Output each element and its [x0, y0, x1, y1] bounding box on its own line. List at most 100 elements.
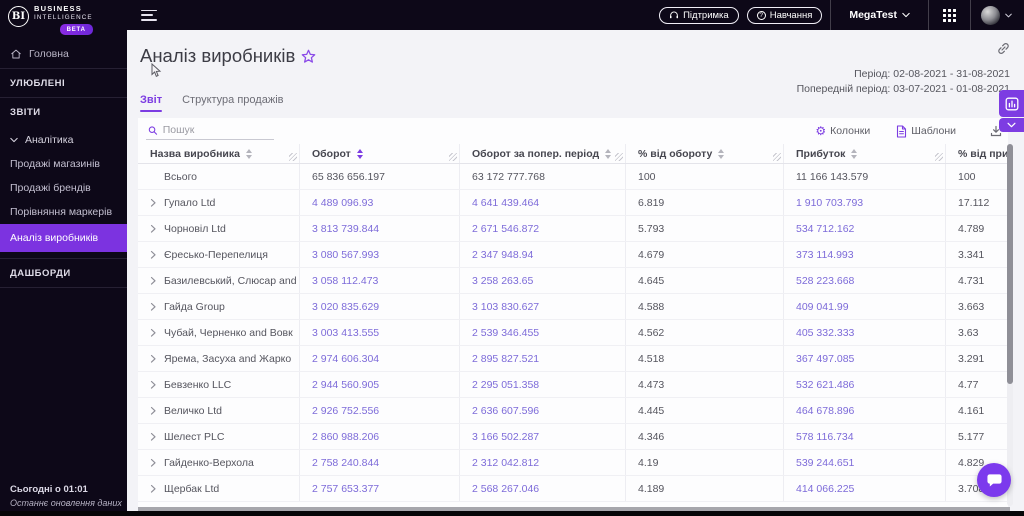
cell-turnover[interactable]: 2 926 752.556 — [312, 405, 379, 417]
cell-turnover-prev[interactable]: 3 258 263.65 — [472, 275, 533, 287]
expand-row-icon[interactable] — [150, 250, 157, 260]
cell-turnover[interactable]: 2 944 560.905 — [312, 379, 379, 391]
manufacturer-cell[interactable]: Всього — [138, 164, 300, 189]
expand-row-icon[interactable] — [150, 224, 157, 234]
cell-turnover[interactable]: 3 080 567.993 — [312, 249, 379, 261]
cell-turnover-prev[interactable]: 2 671 546.872 — [472, 223, 539, 235]
manufacturer-cell[interactable]: Гайденко-Верхола — [138, 450, 300, 475]
vertical-scrollbar[interactable] — [1007, 144, 1013, 506]
expand-row-icon[interactable] — [150, 432, 157, 442]
column-header-pct-profit[interactable]: % від прибутку — [946, 144, 1008, 163]
cell-turnover-prev[interactable]: 2 312 042.812 — [472, 457, 539, 469]
manufacturer-cell[interactable]: Єресько-Перепелиця — [138, 242, 300, 267]
favorite-star-icon[interactable] — [301, 49, 316, 64]
cell-profit[interactable]: 578 116.734 — [796, 431, 854, 443]
sidebar-item-manufacturer-analysis[interactable]: Аналіз виробників — [0, 224, 127, 252]
cell-profit[interactable]: 409 041.99 — [796, 301, 849, 313]
manufacturer-cell[interactable]: Гупало Ltd — [138, 190, 300, 215]
columns-button[interactable]: ⚙ Колонки — [815, 125, 870, 137]
table-row[interactable]: Гайда Group 3 020 835.629 3 103 830.627 … — [138, 294, 1008, 320]
cell-profit[interactable]: 532 621.486 — [796, 379, 854, 391]
table-row[interactable]: Бевзенко LLC 2 944 560.905 2 295 051.358… — [138, 372, 1008, 398]
expand-row-icon[interactable] — [150, 380, 157, 390]
sort-icon[interactable] — [605, 148, 612, 159]
manufacturer-cell[interactable]: Щербак Ltd — [138, 476, 300, 501]
cell-turnover[interactable]: 4 489 096.93 — [312, 197, 373, 209]
expand-row-icon[interactable] — [150, 302, 157, 312]
sidebar-section-favorites[interactable]: УЛЮБЛЕНІ — [0, 69, 127, 97]
training-button[interactable]: ? Навчання — [746, 6, 823, 24]
menu-toggle-button[interactable] — [141, 9, 157, 21]
expand-row-icon[interactable] — [150, 198, 157, 208]
column-header-profit[interactable]: Прибуток — [784, 144, 946, 163]
table-row[interactable]: Всього 65 836 656.197 63 172 777.768 100… — [138, 164, 1008, 190]
sidebar-item-brand-sales[interactable]: Продажі брендів — [0, 176, 127, 200]
cell-profit[interactable]: 1 910 703.793 — [796, 197, 863, 209]
cell-profit[interactable]: 528 223.668 — [796, 275, 854, 287]
cell-turnover[interactable]: 3 003 413.555 — [312, 327, 379, 339]
cell-profit[interactable]: 373 114.993 — [796, 249, 854, 261]
cell-turnover-prev[interactable]: 3 166 502.287 — [472, 431, 539, 443]
cell-profit[interactable]: 464 678.896 — [796, 405, 854, 417]
cell-turnover[interactable]: 65 836 656.197 — [312, 171, 385, 183]
cell-turnover[interactable]: 2 758 240.844 — [312, 457, 379, 469]
chat-button[interactable] — [977, 463, 1011, 497]
cell-turnover[interactable]: 2 974 606.304 — [312, 353, 379, 365]
user-menu[interactable] — [971, 5, 1024, 25]
cell-turnover[interactable]: 3 813 739.844 — [312, 223, 379, 235]
collapse-panel-button[interactable] — [999, 118, 1024, 132]
cell-profit[interactable]: 539 244.651 — [796, 457, 854, 469]
cell-turnover-prev[interactable]: 2 539 346.455 — [472, 327, 539, 339]
manufacturer-cell[interactable]: Чубай, Черненко and Вовк — [138, 320, 300, 345]
sort-icon[interactable] — [851, 148, 858, 159]
cell-turnover-prev[interactable]: 2 347 948.94 — [472, 249, 533, 261]
cell-profit[interactable]: 367 497.085 — [796, 353, 854, 365]
cell-profit[interactable]: 534 712.162 — [796, 223, 854, 235]
expand-row-icon[interactable] — [150, 276, 157, 286]
cell-turnover-prev[interactable]: 2 568 267.046 — [472, 483, 539, 495]
cell-turnover-prev[interactable]: 2 295 051.358 — [472, 379, 539, 391]
manufacturer-cell[interactable]: Гайда Group — [138, 294, 300, 319]
expand-row-icon[interactable] — [150, 354, 157, 364]
cell-turnover-prev[interactable]: 2 895 827.521 — [472, 353, 539, 365]
table-row[interactable]: Базилевський, Слюсар and Романенко 3 058… — [138, 268, 1008, 294]
table-row[interactable]: Чорновіл Ltd 3 813 739.844 2 671 546.872… — [138, 216, 1008, 242]
support-button[interactable]: Підтримка — [659, 6, 739, 24]
sidebar-item-marker-comparison[interactable]: Порівняння маркерів — [0, 200, 127, 224]
cell-turnover[interactable]: 2 860 988.206 — [312, 431, 379, 443]
manufacturer-cell[interactable]: Шелест PLC — [138, 424, 300, 449]
column-header-pct-turnover[interactable]: % від обороту — [626, 144, 784, 163]
table-row[interactable]: Величко Ltd 2 926 752.556 2 636 607.596 … — [138, 398, 1008, 424]
tab-sales-structure[interactable]: Структура продажів — [182, 94, 283, 112]
expand-row-icon[interactable] — [150, 328, 157, 338]
column-header-turnover[interactable]: Оборот — [300, 144, 460, 163]
table-row[interactable]: Гупало Ltd 4 489 096.93 4 641 439.464 6.… — [138, 190, 1008, 216]
table-row[interactable]: Шелест PLC 2 860 988.206 3 166 502.287 4… — [138, 424, 1008, 450]
brand-logo[interactable]: BI BUSINESS INTELLIGENCE BETA — [0, 0, 127, 39]
share-link-icon[interactable] — [997, 42, 1010, 55]
search-box[interactable] — [146, 122, 274, 140]
cell-turnover-prev[interactable]: 3 103 830.627 — [472, 301, 539, 313]
manufacturer-cell[interactable]: Чорновіл Ltd — [138, 216, 300, 241]
manufacturer-cell[interactable]: Ярема, Засуха and Жарко — [138, 346, 300, 371]
expand-row-icon[interactable] — [150, 458, 157, 468]
sidebar-section-dashboards[interactable]: ДАШБОРДИ — [0, 259, 127, 287]
cell-turnover[interactable]: 3 020 835.629 — [312, 301, 379, 313]
search-input[interactable] — [162, 124, 272, 136]
sidebar-group-analytics[interactable]: Аналітика — [0, 126, 127, 152]
sort-icon[interactable] — [245, 148, 252, 159]
cell-turnover-prev[interactable]: 2 636 607.596 — [472, 405, 539, 417]
workspace-dropdown[interactable]: MegaTest — [831, 9, 928, 21]
chart-panel-button[interactable] — [999, 90, 1024, 117]
manufacturer-cell[interactable]: Величко Ltd — [138, 398, 300, 423]
column-header-turnover-prev[interactable]: Оборот за попер. період — [460, 144, 626, 163]
vertical-scrollbar-thumb[interactable] — [1007, 144, 1013, 384]
table-row[interactable]: Чубай, Черненко and Вовк 3 003 413.555 2… — [138, 320, 1008, 346]
table-row[interactable]: Гайденко-Верхола 2 758 240.844 2 312 042… — [138, 450, 1008, 476]
manufacturer-cell[interactable]: Базилевський, Слюсар and Романенко — [138, 268, 300, 293]
templates-button[interactable]: Шаблони — [896, 124, 956, 138]
table-row[interactable]: Єресько-Перепелиця 3 080 567.993 2 347 9… — [138, 242, 1008, 268]
sort-icon[interactable] — [356, 148, 363, 159]
expand-row-icon[interactable] — [150, 406, 157, 416]
manufacturer-cell[interactable]: Бевзенко LLC — [138, 372, 300, 397]
